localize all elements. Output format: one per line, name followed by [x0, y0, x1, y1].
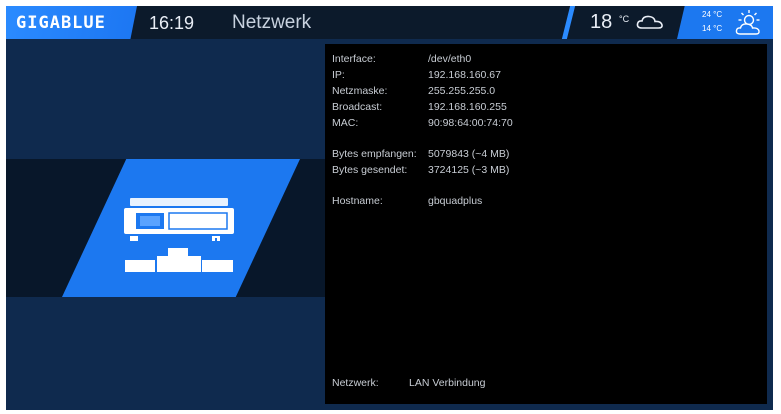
- interface-label: Interface:: [332, 53, 376, 65]
- screen: GIGABLUE 16:19 Netzwerk 18 °C 24 °C 14 °…: [6, 6, 773, 410]
- temperature-unit: °C: [619, 14, 630, 24]
- forecast-high: 24 °C: [702, 10, 723, 19]
- ip-label: IP:: [332, 69, 345, 81]
- network-info-panel: Interface: /dev/eth0 IP: 192.168.160.67 …: [325, 44, 767, 404]
- broadcast-label: Broadcast:: [332, 101, 383, 113]
- forecast-low: 14 °C: [702, 24, 723, 33]
- mac-label: MAC:: [332, 117, 359, 129]
- current-temperature: 18: [590, 11, 613, 33]
- network-label: Netzwerk:: [332, 377, 379, 389]
- hostname-value: gbquadplus: [428, 195, 483, 207]
- netmask-label: Netzmaske:: [332, 85, 388, 97]
- clock: 16:19: [149, 13, 195, 33]
- bytes-received-value: 5079843 (~4 MB): [428, 148, 510, 160]
- hostname-label: Hostname:: [332, 195, 383, 207]
- top-bar: GIGABLUE 16:19 Netzwerk 18 °C 24 °C 14 °…: [6, 6, 773, 39]
- network-value: LAN Verbindung: [409, 377, 486, 389]
- ip-value: 192.168.160.67: [428, 69, 501, 81]
- interface-value: /dev/eth0: [428, 53, 472, 65]
- page-title: Netzwerk: [232, 12, 312, 33]
- brand-logo: GIGABLUE: [16, 13, 106, 33]
- bytes-sent-label: Bytes gesendet:: [332, 164, 408, 176]
- network-icon: [124, 198, 234, 272]
- bytes-sent-value: 3724125 (~3 MB): [428, 164, 510, 176]
- sun-cloud-icon: [735, 10, 760, 35]
- bytes-received-label: Bytes empfangen:: [332, 148, 417, 160]
- logo-badge: GIGABLUE: [6, 6, 137, 39]
- netmask-value: 255.255.255.0: [428, 85, 496, 97]
- cloud-icon: [636, 15, 663, 29]
- mac-value: 90:98:64:00:74:70: [428, 117, 513, 129]
- broadcast-value: 192.168.160.255: [428, 101, 507, 113]
- divider-stripe: [561, 6, 576, 39]
